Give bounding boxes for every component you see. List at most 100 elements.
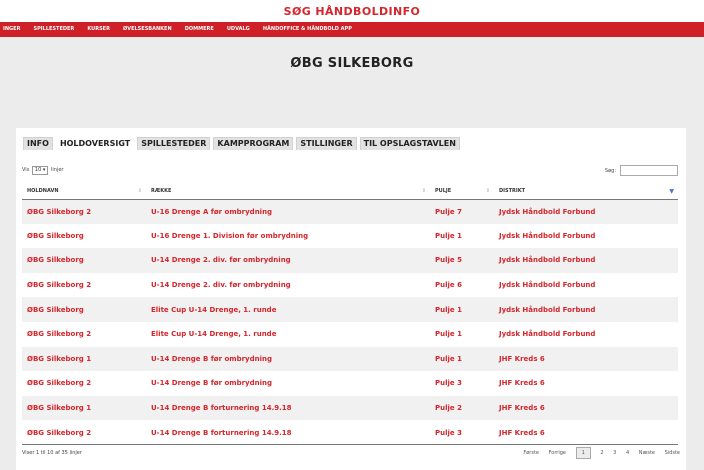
tab-bar: INFO HOLDOVERSIGT SPILLESTEDER KAMPPROGRAM S… — [23, 137, 463, 156]
pool-link[interactable]: Pulje 6 — [430, 272, 494, 298]
pool-link[interactable]: Pulje 1 — [430, 321, 494, 347]
pool-link[interactable]: Pulje 3 — [430, 371, 494, 396]
team-link[interactable]: ØBG Silkeborg 2 — [22, 272, 146, 298]
table-row: ØBG Silkeborg 2 U-14 Drenge B forturnerin… — [22, 420, 678, 445]
sort-icon: ⇕ — [485, 188, 490, 194]
tab-spillesteder[interactable]: SPILLESTEDER — [137, 137, 211, 150]
team-link[interactable]: ØBG Silkeborg 2 — [22, 371, 146, 396]
row-link[interactable]: U-16 Drenge 1. Division før ombrydning — [146, 223, 430, 249]
tab-info[interactable]: INFO — [23, 137, 53, 150]
search-control: Søg: — [605, 165, 678, 176]
table-row: ØBG Silkeborg 2 U-16 Drenge A før ombrydn… — [22, 199, 678, 224]
site-title[interactable]: SØG HÅNDBOLDINFO — [284, 1, 421, 23]
col-header-row[interactable]: RÆKKE ⇕ — [146, 184, 430, 200]
pager-page-3[interactable]: 3 — [613, 450, 616, 456]
pool-link[interactable]: Pulje 2 — [430, 395, 494, 421]
team-link[interactable]: ØBG Silkeborg 2 — [22, 199, 146, 224]
chevron-down-icon: ▾ — [42, 167, 46, 173]
pool-link[interactable]: Pulje 1 — [430, 297, 494, 322]
table-info: Viser 1 til 10 af 35 linjer — [22, 450, 82, 456]
table-bottom-divider — [22, 444, 678, 445]
main-nav: INGER SPILLESTEDER KURSER ØVELSESBANKEN … — [0, 22, 704, 37]
pager-page-4[interactable]: 4 — [626, 450, 629, 456]
pager-last[interactable]: Sidste — [665, 450, 680, 456]
table-row: ØBG Silkeborg 2 U-14 Drenge B før ombrydn… — [22, 371, 678, 396]
pager-prev[interactable]: Forrige — [549, 450, 566, 456]
page-length-control: Vis 10 ▾ linjer — [22, 166, 63, 175]
col-header-pool-label: PULJE — [435, 188, 452, 195]
nav-item-spillesteder[interactable]: SPILLESTEDER — [34, 22, 75, 37]
table-row: ØBG Silkeborg 2 U-14 Drenge 2. div. før o… — [22, 272, 678, 298]
table-row: ØBG Silkeborg 2 Elite Cup U-14 Drenge, 1.… — [22, 321, 678, 347]
tab-opslagstavlen[interactable]: TIL OPSLAGSTAVLEN — [359, 137, 460, 150]
sort-icon: ⇕ — [421, 188, 426, 194]
col-header-team[interactable]: HOLDNAVN ⇕ — [22, 184, 146, 200]
col-header-pool[interactable]: PULJE ⇕ — [430, 184, 494, 200]
search-input[interactable] — [620, 165, 678, 176]
row-link[interactable]: Elite Cup U-14 Drenge, 1. runde — [146, 321, 430, 347]
table-row: ØBG Silkeborg 1 U-14 Drenge B før ombrydn… — [22, 346, 678, 372]
club-panel: INFO HOLDOVERSIGT SPILLESTEDER KAMPPROGRAM S… — [16, 128, 686, 470]
nav-item-udvalg[interactable]: UDVALG — [227, 22, 250, 37]
page-length-value: 10 — [34, 167, 42, 173]
tab-kampprogram[interactable]: KAMPPROGRAM — [213, 137, 294, 150]
row-link[interactable]: Elite Cup U-14 Drenge, 1. runde — [146, 297, 430, 322]
district-link[interactable]: JHF Kreds 6 — [494, 420, 678, 445]
pager-page-1[interactable]: 1 — [575, 447, 591, 459]
row-link[interactable]: U-14 Drenge B forturnering 14.9.18 — [146, 420, 430, 445]
table-row: ØBG Silkeborg U-16 Drenge 1. Division før… — [22, 223, 678, 249]
district-link[interactable]: Jydsk Håndbold Forbund — [494, 248, 678, 273]
nav-item-dommere[interactable]: DOMMERE — [185, 22, 214, 37]
row-link[interactable]: U-14 Drenge 2. div. før ombrydning — [146, 248, 430, 273]
pool-link[interactable]: Pulje 1 — [430, 223, 494, 249]
nav-item-handoffice[interactable]: HÅNDOFFICE & HÅNDBOLD APP — [263, 22, 352, 37]
team-link[interactable]: ØBG Silkeborg 1 — [22, 395, 146, 421]
tab-stillinger[interactable]: STILLINGER — [296, 137, 357, 150]
district-link[interactable]: Jydsk Håndbold Forbund — [494, 199, 678, 224]
col-header-district-label: DISTRIKT — [499, 188, 526, 195]
pager-first[interactable]: Første — [523, 450, 539, 456]
pagination: Første Forrige 1 2 3 4 Næste Sidste — [515, 447, 680, 459]
district-link[interactable]: Jydsk Håndbold Forbund — [494, 223, 678, 249]
nav-item-ovelsesbanken[interactable]: ØVELSESBANKEN — [123, 22, 172, 37]
teams-table: HOLDNAVN ⇕ RÆKKE ⇕ PULJE ⇕ DISTRIKT ▼ ØBG Si… — [22, 184, 678, 445]
district-link[interactable]: Jydsk Håndbold Forbund — [494, 321, 678, 347]
team-link[interactable]: ØBG Silkeborg — [22, 223, 146, 249]
show-suffix: linjer — [50, 167, 64, 173]
row-link[interactable]: U-16 Drenge A før ombrydning — [146, 199, 430, 224]
table-header-row: HOLDNAVN ⇕ RÆKKE ⇕ PULJE ⇕ DISTRIKT ▼ — [22, 184, 678, 200]
pool-link[interactable]: Pulje 3 — [430, 420, 494, 445]
tab-holdoversigt[interactable]: HOLDOVERSIGT — [55, 137, 135, 150]
district-link[interactable]: JHF Kreds 6 — [494, 371, 678, 396]
page-title: ØBG SILKEBORG — [290, 56, 414, 71]
district-link[interactable]: Jydsk Håndbold Forbund — [494, 297, 678, 322]
site-header: SØG HÅNDBOLDINFO — [0, 0, 704, 22]
show-prefix: Vis — [22, 167, 30, 173]
col-header-row-label: RÆKKE — [151, 188, 172, 195]
col-header-district[interactable]: DISTRIKT ▼ — [494, 184, 678, 200]
sort-desc-icon: ▼ — [669, 188, 674, 195]
district-link[interactable]: Jydsk Håndbold Forbund — [494, 272, 678, 298]
table-row: ØBG Silkeborg U-14 Drenge 2. div. før omb… — [22, 248, 678, 273]
row-link[interactable]: U-14 Drenge B forturnering 14.9.18 — [146, 395, 430, 421]
row-link[interactable]: U-14 Drenge B før ombrydning — [146, 371, 430, 396]
district-link[interactable]: JHF Kreds 6 — [494, 346, 678, 372]
team-link[interactable]: ØBG Silkeborg — [22, 297, 146, 322]
team-link[interactable]: ØBG Silkeborg 2 — [22, 420, 146, 445]
team-link[interactable]: ØBG Silkeborg 2 — [22, 321, 146, 347]
nav-item-kurser[interactable]: KURSER — [87, 22, 110, 37]
row-link[interactable]: U-14 Drenge B før ombrydning — [146, 346, 430, 372]
nav-item-inger[interactable]: INGER — [3, 22, 20, 37]
pool-link[interactable]: Pulje 7 — [430, 199, 494, 224]
pager-page-2[interactable]: 2 — [600, 450, 603, 456]
team-link[interactable]: ØBG Silkeborg 1 — [22, 346, 146, 372]
search-label: Søg: — [604, 168, 616, 174]
pool-link[interactable]: Pulje 5 — [430, 248, 494, 273]
team-link[interactable]: ØBG Silkeborg — [22, 248, 146, 273]
row-link[interactable]: U-14 Drenge 2. div. før ombrydning — [146, 272, 430, 298]
pager-next[interactable]: Næste — [639, 450, 655, 456]
page-length-select[interactable]: 10 ▾ — [31, 166, 49, 175]
col-header-team-label: HOLDNAVN — [27, 188, 59, 195]
pool-link[interactable]: Pulje 1 — [430, 346, 494, 372]
district-link[interactable]: JHF Kreds 6 — [494, 395, 678, 421]
